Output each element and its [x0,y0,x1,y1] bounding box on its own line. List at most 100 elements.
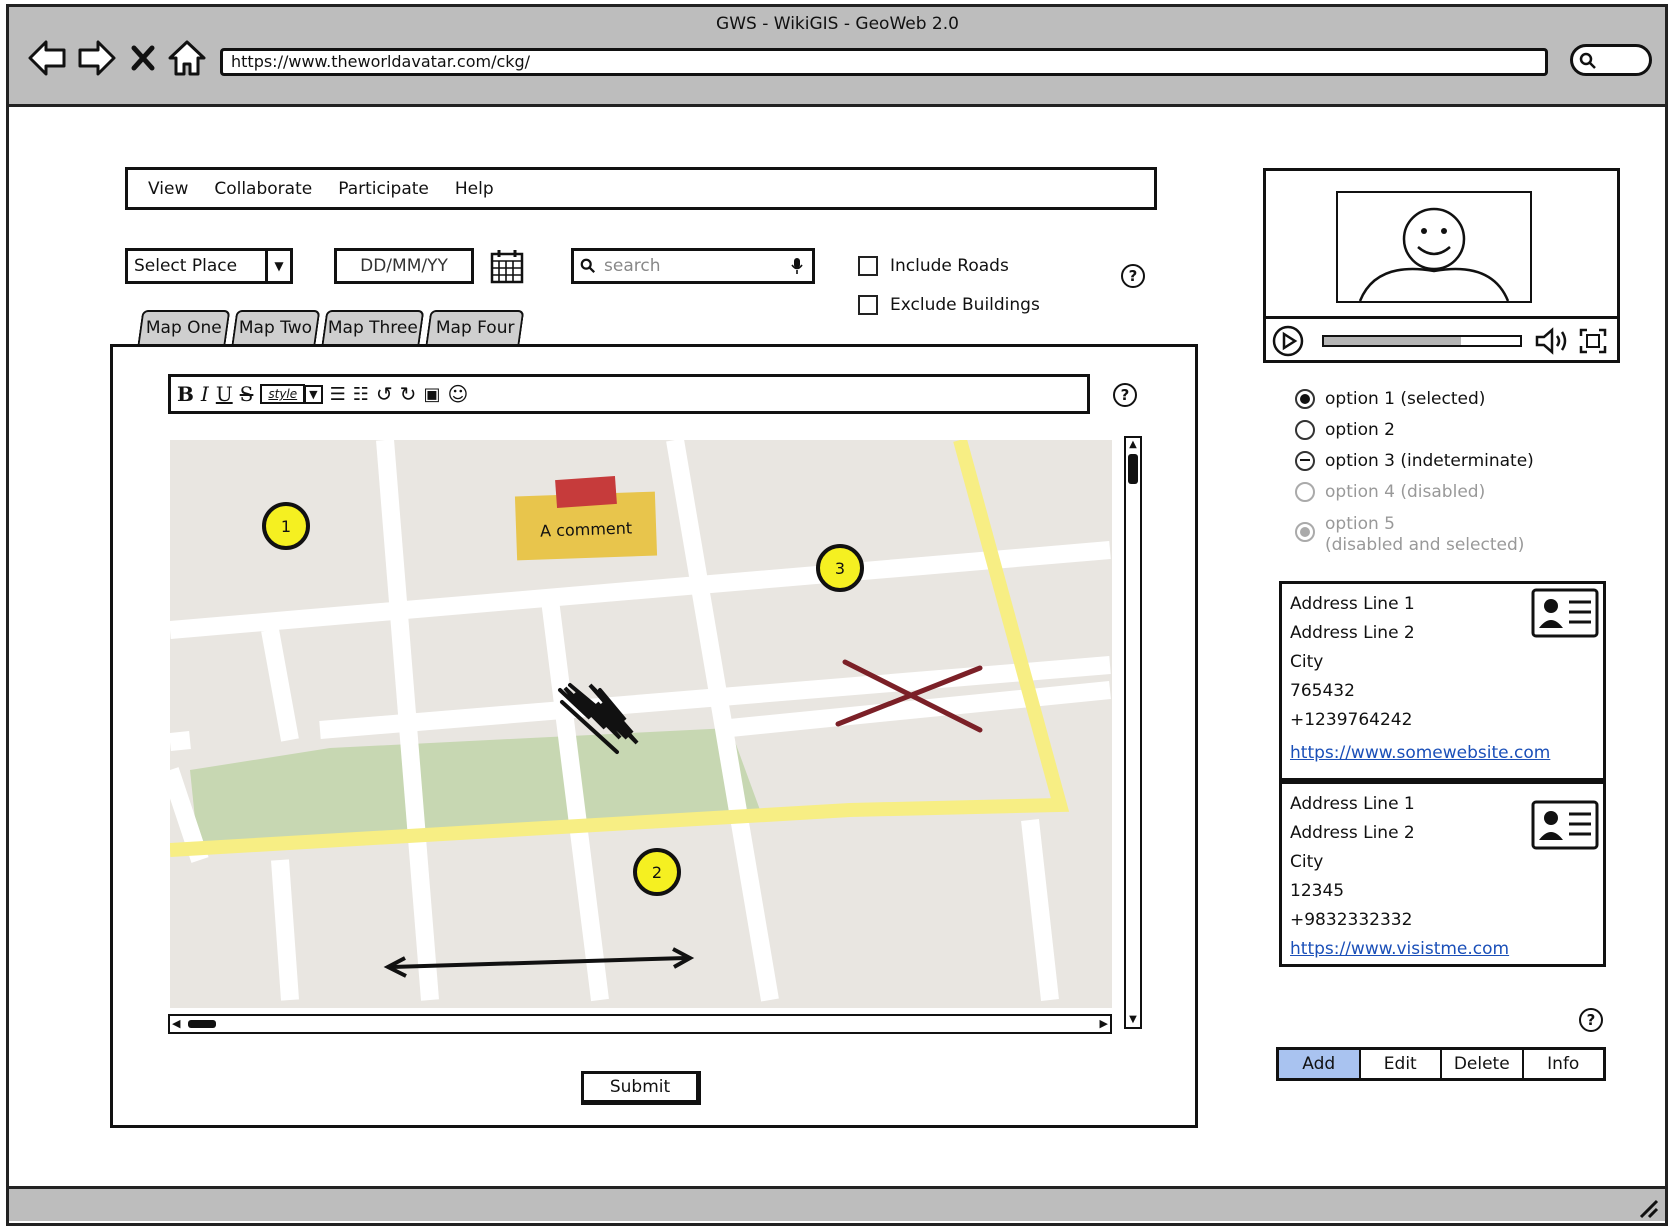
bold-icon[interactable]: B [177,382,194,406]
map-pin[interactable]: 2 [633,848,681,896]
map-pin[interactable]: 3 [816,544,864,592]
address-zip: 765432 [1290,681,1355,701]
menu-item-collaborate[interactable]: Collaborate [214,179,312,199]
radio-option-2[interactable]: option 2 [1295,415,1534,446]
radio-option-1[interactable]: option 1 (selected) [1295,384,1534,415]
fullscreen-icon[interactable] [1578,327,1608,355]
search-input[interactable]: search [571,248,815,284]
play-icon[interactable] [1272,325,1304,357]
contact-card-icon [1531,800,1599,850]
user-avatar-icon [1336,191,1532,303]
help-icon[interactable]: ? [1113,383,1137,407]
edit-button[interactable]: Edit [1361,1050,1442,1078]
radio-selected-icon [1295,389,1315,409]
search-icon [1579,52,1596,69]
vertical-scrollbar[interactable]: ▲ ▼ [1124,436,1142,1029]
tab-map-two[interactable]: Map Two [231,310,321,344]
video-progress-fill [1324,337,1462,345]
bullet-list-icon[interactable]: ☰ [330,384,346,405]
address-link[interactable]: https://www.somewebsite.com [1290,739,1595,768]
scroll-thumb[interactable] [188,1020,216,1028]
info-button[interactable]: Info [1524,1050,1604,1078]
home-icon[interactable] [166,38,208,78]
include-roads-label: Include Roads [890,256,1009,276]
redo-icon[interactable]: ↻ [400,382,417,406]
contact-card-icon [1531,588,1599,638]
horizontal-scrollbar[interactable]: ◀ ▶ [168,1014,1112,1034]
resize-grip-icon[interactable] [1637,1197,1659,1219]
menu-item-participate[interactable]: Participate [338,179,429,199]
volume-icon[interactable] [1534,327,1570,355]
tab-label: Map Three [327,318,418,338]
scroll-right-icon[interactable]: ▶ [1100,1017,1108,1030]
tab-label: Map One [145,318,222,338]
radio-group: option 1 (selected) option 2 option 3 (i… [1295,384,1534,556]
tab-label: Map Two [239,318,313,338]
underline-icon[interactable]: U [216,382,233,406]
microphone-icon[interactable] [790,257,804,275]
emoji-icon[interactable]: ☺ [447,382,468,406]
scroll-up-icon[interactable]: ▲ [1126,438,1140,452]
strikethrough-icon[interactable]: S [240,382,254,406]
style-dropdown[interactable]: style [260,384,306,404]
help-icon[interactable]: ? [1579,1008,1603,1032]
window-title: GWS - WikiGIS - GeoWeb 2.0 [716,14,959,34]
button-bar: Add Edit Delete Info [1276,1047,1606,1081]
include-roads-checkbox[interactable]: Include Roads [858,256,1009,276]
add-button[interactable]: Add [1279,1050,1361,1078]
menu-item-view[interactable]: View [148,179,188,199]
address-phone: +9832332332 [1290,910,1413,930]
address-link[interactable]: https://www.visistme.com [1290,935,1595,964]
checkbox-box [858,256,878,276]
radio-label: option 3 (indeterminate) [1325,451,1534,471]
map-view[interactable]: 1 2 3 A comment [170,440,1112,1008]
radio-label: option 5 [1325,514,1395,534]
radio-option-3[interactable]: option 3 (indeterminate) [1295,446,1534,477]
video-controls [1266,316,1617,360]
delete-button[interactable]: Delete [1442,1050,1524,1078]
select-place-value: Select Place [134,256,238,276]
tab-map-three[interactable]: Map Three [321,310,425,344]
menu-item-help[interactable]: Help [455,179,494,199]
address-zip: 12345 [1290,881,1345,901]
date-field[interactable]: DD/MM/YY [334,248,474,284]
scroll-left-icon[interactable]: ◀ [172,1017,180,1030]
radio-selected-icon [1295,522,1315,542]
map-pin[interactable]: 1 [262,502,310,550]
radio-label: option 2 [1325,420,1395,440]
exclude-buildings-checkbox[interactable]: Exclude Buildings [858,295,1040,315]
radio-option-5: option 5 (disabled and selected) [1295,514,1534,556]
radio-option-4: option 4 (disabled) [1295,477,1534,508]
help-icon[interactable]: ? [1121,264,1145,288]
radio-indeterminate-icon [1295,451,1315,471]
submit-button[interactable]: Submit [581,1071,701,1105]
rich-text-toolbar: B I U S style ▼ ☰ ☷ ↺ ↻ ▣ ☺ [168,374,1090,414]
tab-map-four[interactable]: Map Four [425,310,525,344]
forward-icon[interactable] [76,38,118,78]
back-icon[interactable] [26,38,68,78]
video-progress-bar[interactable] [1322,335,1522,347]
stop-icon[interactable] [128,38,158,78]
undo-icon[interactable]: ↺ [376,382,393,406]
status-bar [9,1186,1665,1221]
italic-icon[interactable]: I [201,382,209,406]
calendar-icon[interactable] [490,248,524,284]
numbered-list-icon[interactable]: ☷ [353,384,369,405]
radio-sublabel: (disabled and selected) [1325,535,1525,555]
browser-search-box[interactable] [1570,44,1652,76]
address-phone: +1239764242 [1290,710,1413,730]
chevron-down-icon: ▼ [265,251,290,281]
radio-icon [1295,482,1315,502]
radio-icon [1295,420,1315,440]
image-icon[interactable]: ▣ [423,384,440,405]
video-player [1263,168,1620,363]
address-bar[interactable]: https://www.theworldavatar.com/ckg/ [220,48,1548,76]
search-icon [580,258,596,274]
address-card: Address Line 1 Address Line 2 City 76543… [1279,581,1606,781]
scroll-down-icon[interactable]: ▼ [1126,1013,1140,1027]
scroll-thumb[interactable] [1128,454,1138,484]
tab-map-one[interactable]: Map One [137,310,231,344]
chevron-down-icon[interactable]: ▼ [304,384,323,404]
select-place-dropdown[interactable]: Select Place ▼ [125,248,293,284]
tab-label: Map Four [435,318,515,338]
